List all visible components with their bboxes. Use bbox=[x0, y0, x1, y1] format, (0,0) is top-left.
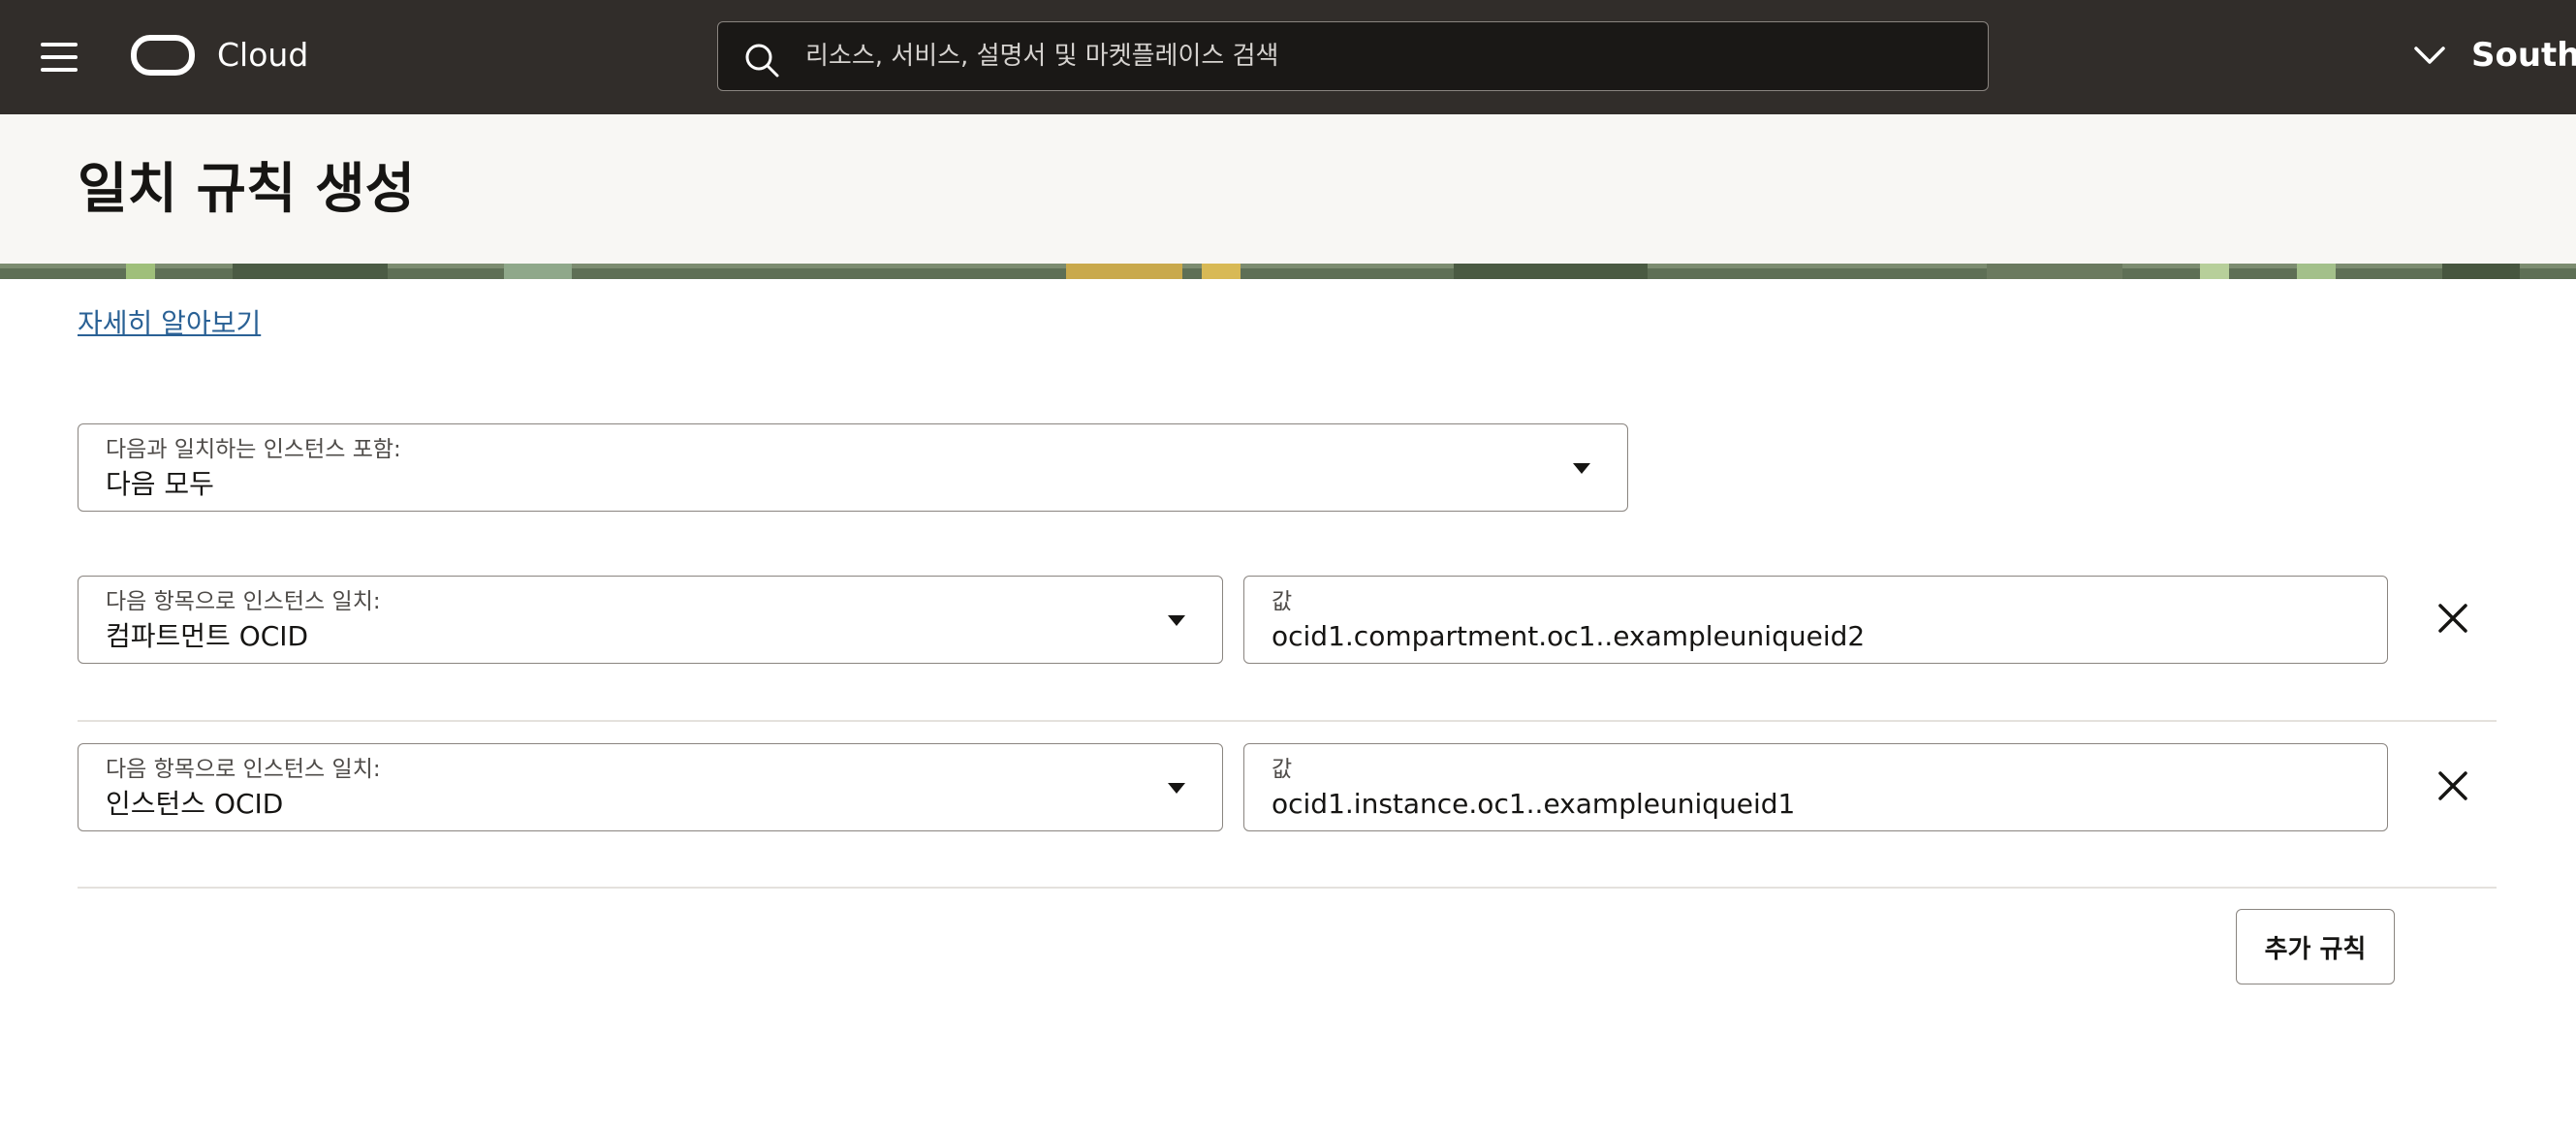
hamburger-menu-icon[interactable] bbox=[41, 43, 78, 72]
search-placeholder: 리소스, 서비스, 설명서 및 마켓플레이스 검색 bbox=[805, 42, 1279, 71]
rule-divider bbox=[78, 720, 2497, 722]
rule-match-value: 인스턴스 OCID bbox=[106, 788, 284, 820]
close-icon[interactable] bbox=[2430, 763, 2476, 809]
include-instances-label: 다음과 일치하는 인스턴스 포함: bbox=[106, 437, 401, 462]
decorative-banner bbox=[0, 264, 2576, 279]
add-rule-button[interactable]: 추가 규칙 bbox=[2236, 909, 2395, 984]
region-name: South Korea Central (Seoul) bbox=[2471, 36, 2576, 75]
search-input[interactable]: 리소스, 서비스, 설명서 및 마켓플레이스 검색 bbox=[717, 21, 1989, 91]
brand-name[interactable]: Cloud bbox=[217, 33, 308, 78]
rule-match-select[interactable]: 다음 항목으로 인스턴스 일치: 컴파트먼트 OCID bbox=[78, 576, 1223, 664]
rule-value-text: ocid1.compartment.oc1..exampleuniqueid2 bbox=[1272, 620, 1866, 652]
rule-divider bbox=[78, 887, 2497, 889]
rule-match-label: 다음 항목으로 인스턴스 일치: bbox=[106, 757, 381, 782]
caret-down-icon bbox=[1168, 615, 1185, 626]
learn-more-link[interactable]: 자세히 알아보기 bbox=[78, 304, 261, 343]
search-icon bbox=[745, 44, 779, 78]
oracle-logo-icon[interactable] bbox=[131, 35, 195, 76]
rule-match-value: 컴파트먼트 OCID bbox=[106, 620, 309, 652]
rule-value-input[interactable]: 값 ocid1.compartment.oc1..exampleuniqueid… bbox=[1243, 576, 2388, 664]
rule-match-select[interactable]: 다음 항목으로 인스턴스 일치: 인스턴스 OCID bbox=[78, 743, 1223, 831]
include-instances-value: 다음 모두 bbox=[106, 468, 214, 500]
close-icon[interactable] bbox=[2430, 595, 2476, 641]
rule-value-text: ocid1.instance.oc1..exampleuniqueid1 bbox=[1272, 788, 1796, 820]
rule-value-input[interactable]: 값 ocid1.instance.oc1..exampleuniqueid1 bbox=[1243, 743, 2388, 831]
top-navigation-bar: Cloud 리소스, 서비스, 설명서 및 마켓플레이스 검색 South Ko… bbox=[0, 0, 2576, 114]
rule-value-label: 값 bbox=[1272, 589, 1293, 614]
page-title: 일치 규칙 생성 bbox=[78, 158, 416, 221]
chevron-down-icon bbox=[2414, 47, 2445, 64]
page-header: 일치 규칙 생성 bbox=[0, 114, 2576, 264]
rule-match-label: 다음 항목으로 인스턴스 일치: bbox=[106, 589, 381, 614]
caret-down-icon bbox=[1573, 463, 1590, 474]
include-instances-select[interactable]: 다음과 일치하는 인스턴스 포함: 다음 모두 bbox=[78, 423, 1628, 512]
caret-down-icon bbox=[1168, 783, 1185, 794]
rule-value-label: 값 bbox=[1272, 757, 1293, 782]
